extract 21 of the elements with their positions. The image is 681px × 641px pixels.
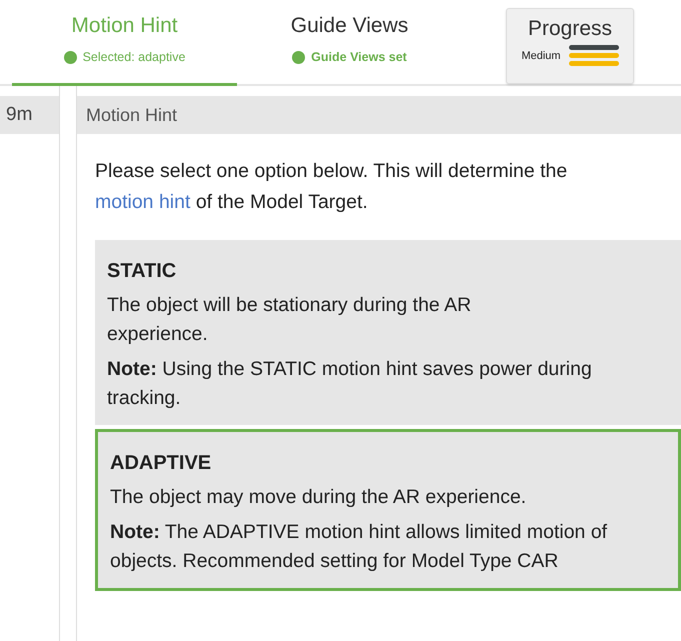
panel-title: Motion Hint [77, 96, 681, 134]
status-dot-icon [292, 50, 306, 64]
tab[interactable]: Guide Views Guide Views set [237, 0, 462, 86]
side-header-text: 9m [6, 104, 32, 126]
option-card[interactable]: STATIC The object will be stationary during the AR experience. Note: Using the STATIC motion hint saves power during tracking. [95, 240, 681, 425]
motion-hint-link[interactable]: motion hint [95, 191, 190, 213]
tab-status: Guide Views set [311, 50, 407, 64]
option-note: Note: Using the STATIC motion hint saves power during tracking. [107, 357, 593, 411]
option-description: The object will be stationary during the AR experience. [107, 293, 472, 347]
option-title: STATIC [107, 260, 178, 283]
option-note: Note: The ADAPTIVE motion hint allows limited motion of objects. Recommended setting for Model Type CAR [110, 520, 608, 574]
option-title: ADAPTIVE [110, 452, 212, 475]
tab-label: Motion Hint [71, 14, 178, 38]
option-card[interactable]: ADAPTIVE The object may move during the AR experience. Note: The ADAPTIVE motion hint allows limited motion of objects. Recommended setting for Model Type CAR [95, 429, 681, 591]
tab-status: Selected: adaptive [82, 50, 186, 64]
intro-text: Please select one option below. This will determine the motion hint of the Model Target. [95, 159, 568, 215]
tab-label: Guide Views [290, 14, 408, 38]
progress-title: Progress [528, 17, 612, 41]
option-description: The object may move during the AR experience. [110, 485, 528, 510]
progress-reading: Medium [521, 50, 561, 62]
status-dot-icon [64, 50, 77, 64]
